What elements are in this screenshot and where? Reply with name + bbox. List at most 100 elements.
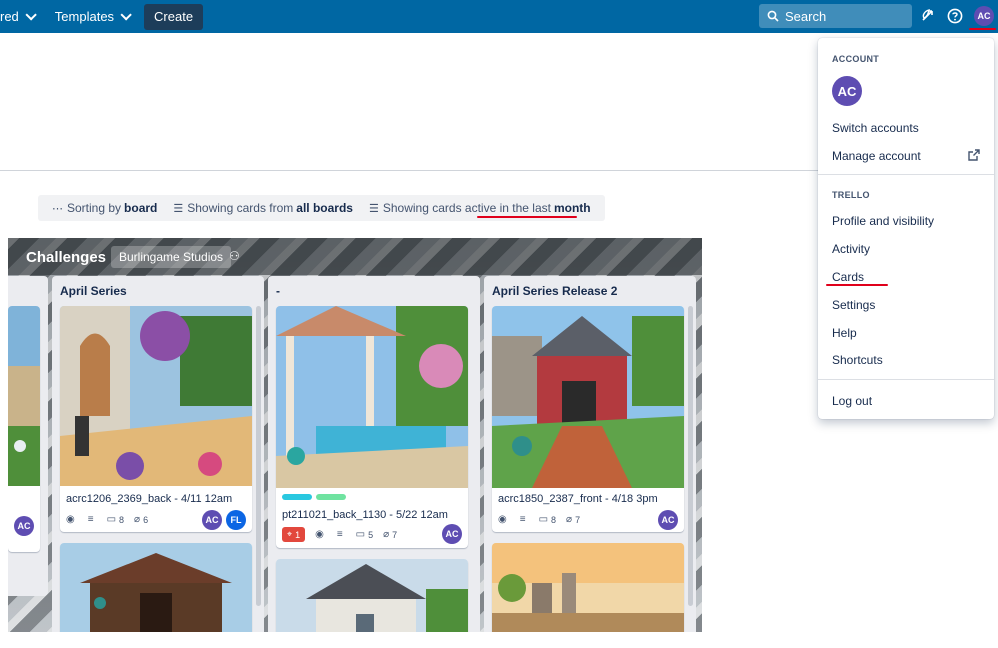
card[interactable]: AC — [8, 306, 40, 552]
search-input[interactable]: Search — [759, 4, 912, 28]
card-cover-image — [276, 559, 468, 632]
label-cyan[interactable] — [282, 494, 312, 500]
templates-menu[interactable]: Templates — [47, 0, 136, 33]
card[interactable] — [276, 559, 468, 632]
more-icon: ⋯ — [52, 202, 63, 215]
comment-icon: ▭ — [106, 514, 117, 525]
trello-heading: TRELLO — [832, 190, 870, 200]
account-avatar-button[interactable]: AC — [974, 6, 994, 26]
list-april-series: April Series acrc1206_2369_back - 4/11 1… — [52, 276, 264, 632]
comments-badge: ▭ 8 — [107, 514, 124, 525]
list-scrollbar[interactable] — [688, 306, 693, 606]
card-cover-image — [60, 543, 252, 632]
annotation-underline — [826, 284, 888, 286]
create-button[interactable]: Create — [144, 3, 204, 30]
members-icon[interactable]: ⚇ — [229, 249, 240, 263]
eye-icon: ◉ — [498, 514, 507, 525]
member-avatar[interactable]: AC — [442, 524, 462, 544]
help-item[interactable]: Help — [832, 326, 857, 340]
member-avatar[interactable]: FL — [226, 510, 246, 530]
top-nav: red Templates Create Search AC — [0, 0, 998, 33]
boards-filter[interactable]: ☰ Showing cards from all boards — [173, 201, 353, 215]
card[interactable]: acrc1206_2369_back - 4/11 12am ◉ ≡ ▭ 8 ⌀ 6… — [60, 306, 252, 532]
comment-icon: ▭ — [355, 529, 366, 540]
list-partial: AC — [8, 276, 48, 596]
card-badges: ◉ ≡ ▭ 8 ⌀ 7 — [498, 514, 590, 525]
description-badge: ≡ — [88, 514, 97, 525]
annotation-underline — [969, 28, 996, 30]
list-title[interactable]: April Series — [60, 284, 127, 298]
comments-count: 8 — [551, 514, 557, 525]
card-cover-image — [8, 306, 40, 486]
notifications-icon[interactable] — [919, 7, 937, 25]
search-icon — [767, 10, 779, 22]
attachments-badge: ⌀ 7 — [383, 529, 397, 540]
comment-icon: ▭ — [538, 514, 549, 525]
list-scrollbar[interactable] — [256, 306, 261, 606]
sort-filter[interactable]: ⋯ Sorting by board — [52, 201, 157, 215]
paperclip-icon: ⌀ — [383, 529, 390, 540]
settings-item[interactable]: Settings — [832, 298, 875, 312]
card[interactable] — [60, 543, 252, 632]
menu-divider — [818, 174, 994, 175]
boards-prefix: Showing cards from — [187, 201, 294, 215]
card-title: pt211021_back_1130 - 5/22 12am — [282, 509, 448, 521]
sort-prefix: Sorting by — [67, 201, 122, 215]
description-icon: ≡ — [336, 529, 343, 540]
list-title[interactable]: April Series Release 2 — [492, 284, 617, 298]
votes-count: 1 — [295, 529, 301, 540]
paperclip-icon: ⌀ — [566, 514, 573, 525]
card-cover-image — [492, 543, 684, 632]
attachments-badge: ⌀ 6 — [134, 514, 148, 525]
board-title[interactable]: Challenges — [26, 249, 106, 266]
filter-icon: ☰ — [368, 202, 379, 215]
chevron-down-icon — [25, 8, 37, 21]
activity-prefix: Showing cards active in the last — [382, 201, 551, 215]
attachments-count: 6 — [143, 514, 149, 525]
activity-value: month — [553, 201, 591, 215]
shortcuts-item[interactable]: Shortcuts — [832, 353, 883, 367]
starred-menu[interactable]: red — [0, 0, 41, 33]
card[interactable] — [492, 543, 684, 632]
profile-visibility-item[interactable]: Profile and visibility — [832, 214, 934, 228]
activity-item[interactable]: Activity — [832, 242, 870, 256]
cards-item[interactable]: Cards — [832, 270, 864, 284]
menu-avatar: AC — [832, 76, 862, 106]
external-link-icon — [968, 149, 980, 161]
comments-count: 8 — [119, 514, 125, 525]
card-badges: ◉ ≡ ▭ 8 ⌀ 6 — [66, 514, 158, 525]
attachments-badge: ⌀ 7 — [566, 514, 580, 525]
workspace-chip[interactable]: Burlingame Studios — [111, 246, 232, 268]
card[interactable]: pt211021_back_1130 - 5/22 12am ⌖ 1 ◉ ≡ ▭ 5… — [276, 306, 468, 548]
eye-icon: ◉ — [66, 514, 75, 525]
sort-value: board — [124, 201, 158, 215]
member-avatar[interactable]: AC — [202, 510, 222, 530]
comments-badge: ▭ 8 — [539, 514, 556, 525]
paperclip-icon: ⌀ — [134, 514, 141, 525]
annotation-underline — [477, 216, 577, 218]
description-badge: ≡ — [337, 529, 346, 540]
menu-divider — [818, 379, 994, 380]
member-avatar[interactable]: AC — [14, 516, 34, 536]
card-cover-image — [60, 306, 252, 486]
member-avatar[interactable]: AC — [658, 510, 678, 530]
card[interactable]: acrc1850_2387_front - 4/18 3pm ◉ ≡ ▭ 8 ⌀ 7… — [492, 306, 684, 532]
label-green[interactable] — [316, 494, 346, 500]
description-icon: ≡ — [87, 514, 94, 525]
help-icon[interactable] — [946, 7, 964, 25]
list-dash: - pt211021_back_1130 - 5/22 12am ⌖ 1 ◉ ≡… — [268, 276, 480, 632]
page: red Templates Create Search AC ⋯ Sorting… — [0, 0, 998, 648]
votes-badge: ⌖ 1 — [282, 527, 306, 542]
switch-accounts-item[interactable]: Switch accounts — [832, 121, 919, 135]
board-challenges: Challenges Burlingame Studios ⚇ AC April… — [8, 238, 702, 632]
list-title[interactable]: - — [276, 284, 280, 298]
attachments-count: 7 — [392, 529, 398, 540]
logout-item[interactable]: Log out — [832, 394, 872, 408]
description-icon: ≡ — [519, 514, 526, 525]
watching-badge: ◉ — [315, 529, 327, 540]
activity-filter[interactable]: ☰ Showing cards active in the last month — [369, 201, 591, 215]
divider — [0, 170, 818, 171]
manage-account-item[interactable]: Manage account — [832, 149, 921, 163]
account-heading: ACCOUNT — [832, 54, 880, 64]
comments-count: 5 — [368, 529, 374, 540]
